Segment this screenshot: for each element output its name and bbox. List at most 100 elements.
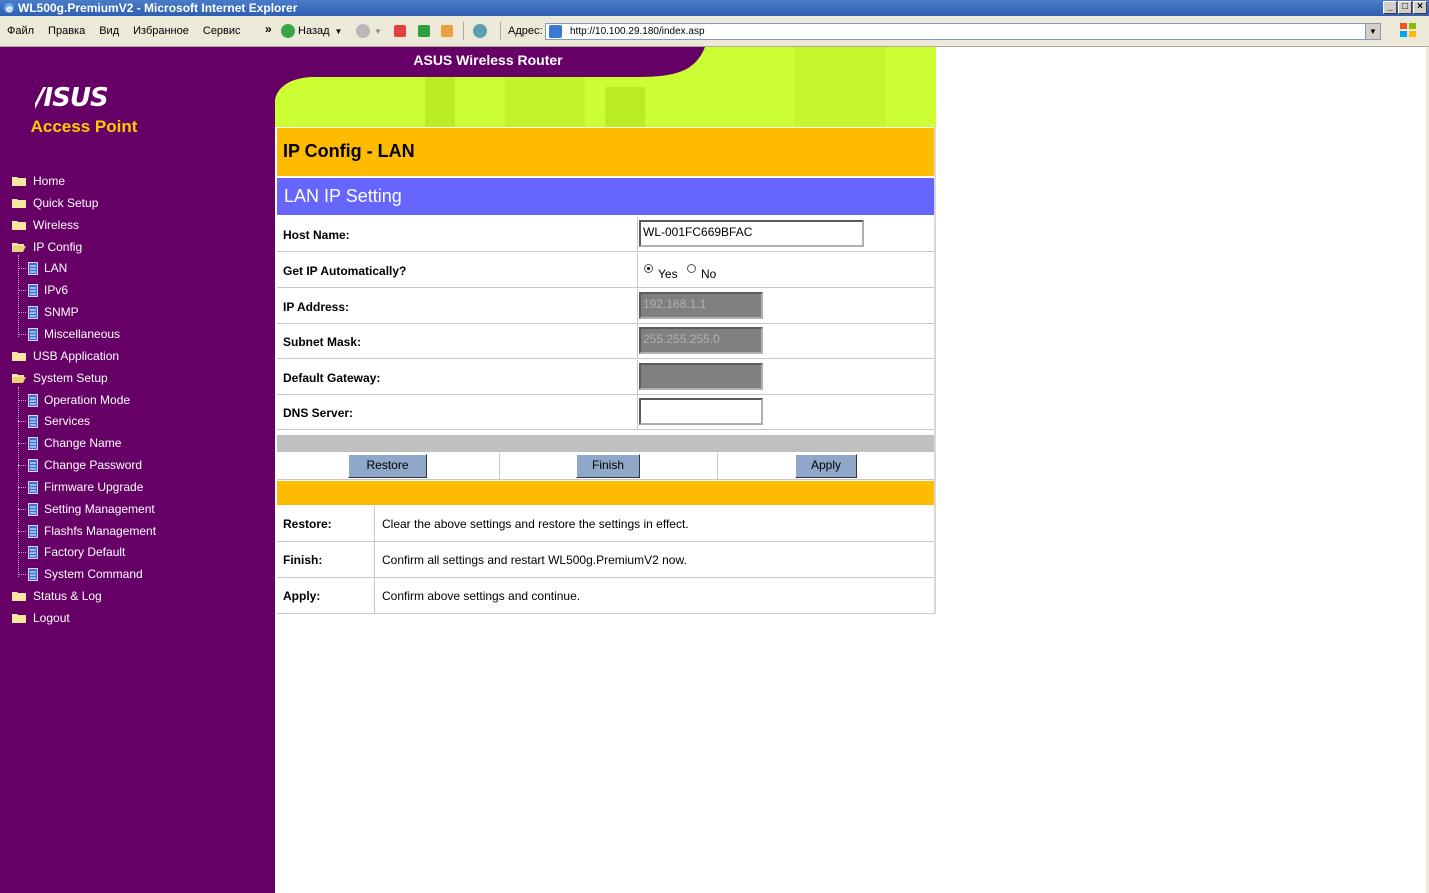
host-name-cell: WL-001FC669BFAC — [637, 217, 935, 251]
host-name-label: Host Name: — [283, 228, 350, 242]
sidebar-item-logout[interactable]: Logout — [12, 608, 70, 628]
sidebar-item-miscellaneous[interactable]: Miscellaneous — [18, 324, 121, 344]
tree-line — [18, 334, 26, 335]
maximize-button[interactable]: □ — [1398, 1, 1412, 14]
default-gateway-label: Default Gateway: — [283, 371, 381, 385]
page-icon — [28, 305, 38, 319]
help-finish-label: Finish: — [283, 553, 323, 567]
section-title-bar: LAN IP Setting — [277, 178, 934, 215]
page-icon — [28, 480, 38, 494]
internet-explorer-icon: e — [4, 3, 14, 14]
tree-line — [18, 290, 26, 291]
sidebar-item-status-log[interactable]: Status & Log — [12, 586, 102, 606]
router-title: ASUS Wireless Router — [413, 52, 563, 68]
get-ip-auto-yes-label: Yes — [658, 267, 678, 281]
help-restore-text: Clear the above settings and restore the… — [382, 517, 689, 531]
forward-dropdown-icon: ▼ — [374, 26, 382, 36]
cell-divider — [717, 453, 718, 479]
sidebar-item-firmware-upgrade[interactable]: Firmware Upgrade — [18, 477, 144, 497]
host-name-row: Host Name: WL-001FC669BFAC — [277, 217, 934, 252]
cell-divider — [374, 506, 375, 541]
sidebar-item-ipv6[interactable]: IPv6 — [18, 280, 68, 300]
tree-line — [18, 421, 26, 422]
menu-favorites[interactable]: Избранное — [126, 25, 196, 37]
forward-button[interactable]: ▼ — [356, 23, 382, 39]
dns-server-input[interactable] — [639, 398, 763, 425]
sidebar-item-usb-application[interactable]: USB Application — [12, 346, 119, 366]
tree-line — [18, 443, 26, 444]
sidebar-item-home[interactable]: Home — [12, 171, 65, 191]
sidebar-item-flashfs-management[interactable]: Flashfs Management — [18, 521, 156, 541]
sidebar-item-system-setup[interactable]: System Setup — [12, 368, 108, 388]
address-dropdown-icon[interactable]: ▼ — [1365, 24, 1380, 39]
access-point-title: Access Point — [30, 117, 138, 136]
sidebar-item-quick-setup[interactable]: Quick Setup — [12, 193, 98, 213]
sidebar-item-change-password[interactable]: Change Password — [18, 455, 143, 475]
default-gateway-input — [639, 363, 763, 390]
media-button[interactable] — [473, 23, 487, 39]
tree-line — [18, 400, 26, 401]
close-button[interactable]: × — [1413, 1, 1427, 14]
back-button[interactable]: Назад ▼ — [281, 23, 342, 39]
get-ip-auto-cell: Yes No — [637, 253, 935, 287]
sidebar-item-label: Services — [44, 414, 91, 428]
address-bar[interactable]: http://10.100.29.180/index.asp ▼ — [545, 23, 1381, 40]
apply-button[interactable]: Apply — [795, 454, 857, 478]
menu-view[interactable]: Вид — [92, 25, 126, 37]
ip-address-cell: 192.168.1.1 — [637, 289, 935, 323]
tree-line — [18, 574, 26, 575]
sidebar-item-ip-config[interactable]: IP Config — [12, 237, 82, 257]
page-icon — [28, 436, 38, 450]
address-label: Адрес: — [508, 25, 543, 37]
folder-icon — [12, 352, 26, 361]
back-dropdown-icon: ▼ — [334, 26, 343, 36]
page-icon — [549, 25, 562, 38]
help-header-band — [277, 481, 934, 505]
get-ip-auto-no-radio[interactable] — [687, 264, 696, 273]
menu-tools[interactable]: Сервис — [196, 25, 248, 37]
windows-logo-icon — [1400, 23, 1416, 37]
sidebar-item-change-name[interactable]: Change Name — [18, 433, 121, 453]
finish-button[interactable]: Finish — [576, 454, 640, 478]
tree-line — [18, 552, 26, 553]
sidebar-item-snmp[interactable]: SNMP — [18, 302, 79, 322]
dns-server-row: DNS Server: — [277, 395, 934, 430]
sidebar-item-label: Miscellaneous — [44, 327, 121, 341]
action-button-row: Restore Finish Apply — [277, 453, 934, 480]
restore-button[interactable]: Restore — [348, 454, 427, 478]
page-icon — [28, 283, 38, 297]
sidebar-item-label: IP Config — [33, 240, 83, 254]
sidebar-item-label: System Setup — [33, 371, 108, 385]
sidebar-item-services[interactable]: Services — [18, 411, 91, 431]
page-icon — [28, 545, 38, 559]
asus-logo: /ISUS — [35, 85, 109, 109]
page-icon — [28, 393, 38, 407]
cell-divider — [499, 453, 500, 479]
minimize-button[interactable]: _ — [1383, 1, 1397, 14]
get-ip-auto-yes-radio[interactable] — [644, 264, 653, 273]
sidebar-item-factory-default[interactable]: Factory Default — [18, 542, 125, 562]
folder-open-icon — [12, 374, 26, 383]
sidebar-item-label: Firmware Upgrade — [44, 480, 144, 494]
refresh-icon — [418, 25, 430, 37]
page-title-bar: IP Config - LAN — [277, 128, 934, 176]
sidebar-item-label: SNMP — [44, 305, 79, 319]
sidebar-item-lan[interactable]: LAN — [18, 258, 67, 278]
address-url[interactable]: http://10.100.29.180/index.asp — [570, 26, 705, 37]
back-button-label: Назад — [298, 25, 330, 37]
refresh-button[interactable] — [418, 23, 430, 39]
page-icon — [28, 567, 38, 581]
menu-edit[interactable]: Правка — [41, 25, 92, 37]
window-controls: _ □ × — [1383, 1, 1427, 14]
home-button[interactable] — [441, 23, 453, 39]
sidebar-item-setting-management[interactable]: Setting Management — [18, 499, 155, 519]
menu-file[interactable]: Файл — [0, 25, 41, 37]
sidebar-item-wireless[interactable]: Wireless — [12, 215, 79, 235]
stop-button[interactable] — [394, 23, 406, 39]
sidebar-item-label: Change Password — [44, 458, 143, 472]
toolbar-overflow-chevron[interactable]: » — [265, 22, 272, 36]
host-name-input[interactable]: WL-001FC669BFAC — [639, 220, 864, 247]
sidebar-item-system-command[interactable]: System Command — [18, 564, 143, 584]
sidebar-item-operation-mode[interactable]: Operation Mode — [18, 390, 130, 410]
help-row-finish: Finish: Confirm all settings and restart… — [277, 542, 934, 578]
